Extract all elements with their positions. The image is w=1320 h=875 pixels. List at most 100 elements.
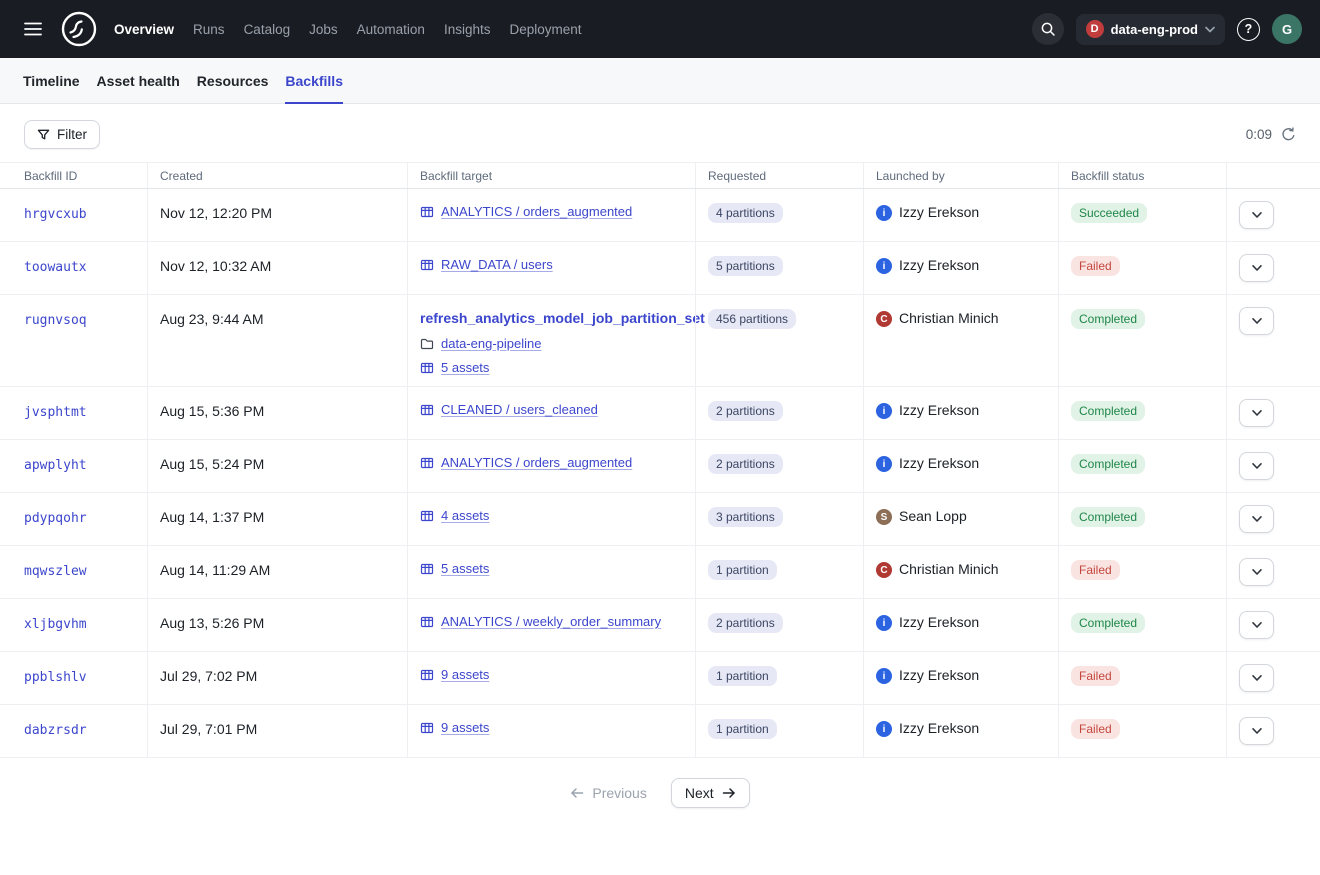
backfill-id-link[interactable]: dabzrsdr (24, 723, 87, 738)
deployment-name: data-eng-prod (1111, 22, 1198, 37)
deployment-switcher[interactable]: D data-eng-prod (1076, 14, 1225, 45)
target-link[interactable]: data-eng-pipeline (441, 336, 541, 351)
backfill-id-link[interactable]: pdypqohr (24, 511, 87, 526)
target-line: ANALYTICS / orders_augmented (420, 455, 683, 470)
target-line: data-eng-pipeline (420, 336, 683, 351)
created-text: Aug 23, 9:44 AM (160, 311, 264, 327)
backfill-id-link[interactable]: ppblshlv (24, 670, 87, 685)
requested-badge: 2 partitions (708, 401, 783, 421)
row-actions-button[interactable] (1239, 611, 1274, 639)
target-link[interactable]: 9 assets (441, 720, 489, 735)
top-navigation: Overview Runs Catalog Jobs Automation Insight… (0, 0, 1320, 58)
nav-item-deployment[interactable]: Deployment (509, 22, 581, 37)
row-actions-button[interactable] (1239, 558, 1274, 586)
backfill-target-cell: 9 assets (407, 652, 695, 704)
row-actions-button[interactable] (1239, 664, 1274, 692)
tab-asset-health[interactable]: Asset health (97, 58, 180, 103)
target-link[interactable]: 5 assets (441, 360, 489, 375)
toolbar: Filter 0:09 (0, 104, 1320, 162)
help-button[interactable]: ? (1237, 18, 1260, 41)
backfill-id-link[interactable]: hrgvcxub (24, 207, 87, 222)
next-page-button[interactable]: Next (671, 778, 750, 808)
target-link[interactable]: ANALYTICS / orders_augmented (441, 455, 632, 470)
arrow-left-icon (570, 787, 584, 799)
tab-backfills[interactable]: Backfills (285, 58, 343, 103)
created-text: Aug 14, 1:37 PM (160, 509, 264, 525)
backfill-id-link[interactable]: jvsphtmt (24, 405, 87, 420)
status-badge: Failed (1071, 560, 1120, 580)
table-icon (420, 509, 434, 523)
chevron-down-icon (1251, 568, 1263, 576)
nav-item-automation[interactable]: Automation (357, 22, 425, 37)
toolbar-right: 0:09 (1246, 127, 1296, 142)
row-actions-button[interactable] (1239, 201, 1274, 229)
target-link[interactable]: CLEANED / users_cleaned (441, 402, 598, 417)
launched-by-avatar: S (876, 509, 892, 525)
created-text: Jul 29, 7:01 PM (160, 721, 257, 737)
row-actions-button[interactable] (1239, 505, 1274, 533)
launched-by-name: Sean Lopp (899, 508, 967, 524)
table-icon (420, 403, 434, 417)
requested-badge: 1 partition (708, 719, 777, 739)
nav-item-catalog[interactable]: Catalog (244, 22, 291, 37)
table-row: ppblshlv Jul 29, 7:02 PM 9 assets 1 part… (0, 652, 1320, 705)
search-button[interactable] (1032, 13, 1064, 45)
table-row: xljbgvhm Aug 13, 5:26 PM ANALYTICS / wee… (0, 599, 1320, 652)
table-row: apwplyht Aug 15, 5:24 PM ANALYTICS / ord… (0, 440, 1320, 493)
tab-resources[interactable]: Resources (197, 58, 269, 103)
backfill-id-link[interactable]: apwplyht (24, 458, 87, 473)
previous-page-button[interactable]: Previous (570, 785, 646, 801)
target-line: 9 assets (420, 720, 683, 735)
column-header-created: Created (147, 163, 407, 188)
backfill-id-link[interactable]: mqwszlew (24, 564, 87, 579)
help-icon: ? (1245, 22, 1253, 36)
launched-by-avatar: C (876, 311, 892, 327)
refresh-icon[interactable] (1281, 127, 1296, 142)
table-row: jvsphtmt Aug 15, 5:36 PM CLEANED / users… (0, 387, 1320, 440)
launched-by-avatar: i (876, 258, 892, 274)
backfills-table: Backfill IDCreatedBackfill targetRequest… (0, 162, 1320, 758)
nav-item-runs[interactable]: Runs (193, 22, 225, 37)
launched-by-name: Izzy Erekson (899, 257, 979, 273)
backfill-id-link[interactable]: xljbgvhm (24, 617, 87, 632)
launched-by-avatar: C (876, 562, 892, 578)
target-link[interactable]: ANALYTICS / orders_augmented (441, 204, 632, 219)
target-link[interactable]: ANALYTICS / weekly_order_summary (441, 614, 661, 629)
target-link[interactable]: 4 assets (441, 508, 489, 523)
created-text: Nov 12, 10:32 AM (160, 258, 271, 274)
user-avatar-button[interactable]: G (1272, 14, 1302, 44)
table-body: hrgvcxub Nov 12, 12:20 PM ANALYTICS / or… (0, 189, 1320, 758)
topnav-items: Overview Runs Catalog Jobs Automation Insight… (114, 22, 582, 37)
row-actions-button[interactable] (1239, 399, 1274, 427)
nav-item-insights[interactable]: Insights (444, 22, 491, 37)
row-actions-button[interactable] (1239, 452, 1274, 480)
table-icon (420, 615, 434, 629)
filter-button[interactable]: Filter (24, 120, 100, 149)
tab-timeline[interactable]: Timeline (23, 58, 80, 103)
column-header-backfill-status: Backfill status (1058, 163, 1226, 188)
backfill-target-cell: 4 assets (407, 493, 695, 545)
menu-icon[interactable] (18, 14, 48, 44)
row-actions-button[interactable] (1239, 254, 1274, 282)
table-icon (420, 721, 434, 735)
requested-badge: 1 partition (708, 560, 777, 580)
chevron-down-icon (1251, 409, 1263, 417)
backfill-target-job-link[interactable]: refresh_analytics_model_job_partition_se… (420, 310, 683, 326)
deployment-badge: D (1086, 20, 1104, 38)
nav-item-jobs[interactable]: Jobs (309, 22, 338, 37)
target-line: 5 assets (420, 561, 683, 576)
row-actions-button[interactable] (1239, 717, 1274, 745)
target-line: 5 assets (420, 360, 683, 375)
row-actions-button[interactable] (1239, 307, 1274, 335)
target-link[interactable]: 9 assets (441, 667, 489, 682)
backfill-id-link[interactable]: toowautx (24, 260, 87, 275)
table-row: dabzrsdr Jul 29, 7:01 PM 9 assets 1 part… (0, 705, 1320, 758)
view-tabs: Timeline Asset health Resources Backfills (0, 58, 1320, 104)
nav-item-overview[interactable]: Overview (114, 22, 174, 37)
target-link[interactable]: 5 assets (441, 561, 489, 576)
launched-by-name: Izzy Erekson (899, 720, 979, 736)
backfill-id-link[interactable]: rugnvsoq (24, 313, 87, 328)
created-text: Aug 15, 5:36 PM (160, 403, 264, 419)
target-line: CLEANED / users_cleaned (420, 402, 683, 417)
target-link[interactable]: RAW_DATA / users (441, 257, 553, 272)
